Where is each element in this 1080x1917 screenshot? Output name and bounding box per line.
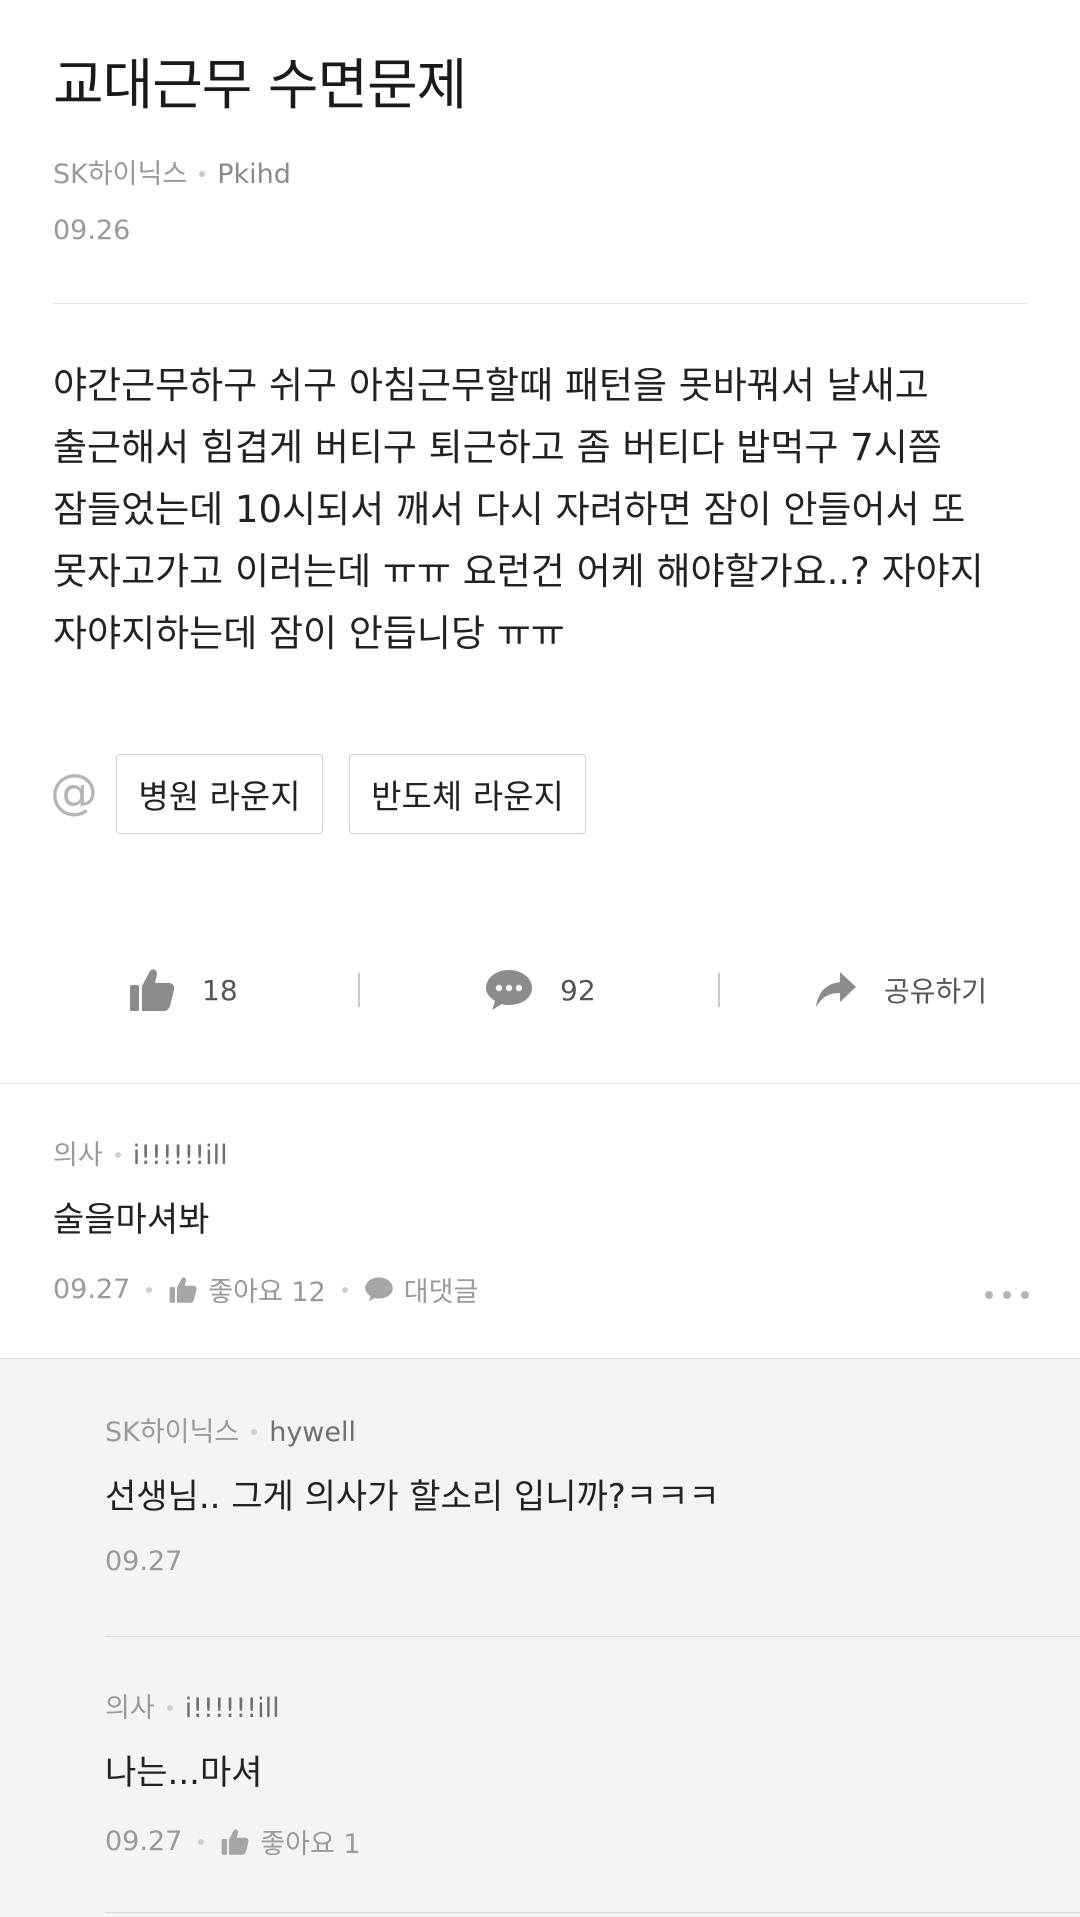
separator-dot: [199, 170, 206, 177]
reply-date: 09.27: [105, 1826, 183, 1857]
separator-dot: [146, 1286, 153, 1293]
body-line: 못자고가고 이러는데 ㅠㅠ 요런건 어케 해야할가요..? 자야지: [53, 550, 984, 593]
like-count: 18: [202, 973, 238, 1007]
separator-dot: [114, 1151, 121, 1158]
comment-like-label: 좋아요 12: [208, 1277, 326, 1308]
section-divider: [0, 1083, 1080, 1084]
speech-bubble-icon: [364, 1277, 393, 1302]
reply-author[interactable]: 의사 i!!!!!!ill: [105, 1686, 280, 1725]
comment-author[interactable]: 의사 i!!!!!!ill: [53, 1133, 228, 1172]
separator-dot: [341, 1286, 348, 1293]
reply-nickname: hywell: [269, 1417, 357, 1448]
reply-button[interactable]: 대댓글: [364, 1270, 479, 1309]
like-button[interactable]: 18: [128, 955, 238, 1025]
tag-semiconductor-lounge[interactable]: 반도체 라운지: [349, 754, 586, 834]
reply-like-label: 좋아요 1: [260, 1829, 361, 1860]
reply-like-button[interactable]: 좋아요 1: [220, 1822, 361, 1861]
comment-company: 의사: [53, 1140, 103, 1171]
share-button[interactable]: 공유하기: [814, 955, 987, 1025]
reply-divider: [105, 1912, 1080, 1913]
post-author[interactable]: SK하이닉스 Pkihd: [53, 152, 291, 191]
reply-divider: [105, 1636, 1080, 1637]
action-separator: [718, 973, 720, 1007]
thumbs-up-icon: [169, 1276, 197, 1303]
body-line: 출근해서 힘겹게 버티구 퇴근하고 좀 버티다 밥먹구 7시쯤: [53, 426, 942, 469]
post-title: 교대근무 수면문제: [53, 53, 467, 117]
comment-text: 술을마셔봐: [53, 1200, 210, 1240]
tag-hospital-lounge[interactable]: 병원 라운지: [116, 754, 323, 834]
comment-like-button[interactable]: 좋아요 12: [168, 1270, 326, 1309]
separator-dot: [198, 1838, 205, 1845]
comment-count: 92: [560, 973, 596, 1007]
share-label: 공유하기: [884, 975, 988, 1008]
body-line: 잠들었는데 10시되서 깨서 다시 자려하면 잠이 안들어서 또: [53, 488, 966, 531]
speech-bubble-icon: [486, 970, 532, 1010]
author-nickname: Pkihd: [217, 159, 291, 190]
reply-company: 의사: [105, 1693, 155, 1724]
action-bar: 18 92 공유하기: [0, 955, 1080, 1025]
comment-date: 09.27: [53, 1274, 131, 1305]
reply-date: 09.27: [105, 1546, 183, 1577]
post-date: 09.26: [53, 215, 131, 246]
reply-author[interactable]: SK하이닉스 hywell: [105, 1410, 356, 1449]
share-arrow-icon: [816, 972, 856, 1007]
separator-dot: [166, 1704, 173, 1711]
reply-text: 나는...마셔: [105, 1753, 263, 1793]
separator-dot: [251, 1428, 258, 1435]
reply-company: SK하이닉스: [105, 1417, 240, 1448]
thumbs-up-icon: [130, 969, 175, 1011]
at-icon: @: [50, 764, 98, 820]
reply-nickname: i!!!!!!ill: [184, 1693, 280, 1724]
reply-label: 대댓글: [403, 1277, 479, 1308]
body-line: 자야지하는데 잠이 안듭니당 ㅠㅠ: [53, 612, 565, 655]
comment-nickname: i!!!!!!ill: [132, 1140, 228, 1171]
action-separator: [358, 973, 360, 1007]
more-dots-icon[interactable]: [985, 1285, 1029, 1305]
thumbs-up-icon: [221, 1828, 249, 1855]
header-divider: [53, 303, 1028, 304]
reply-footer: 09.27: [105, 1546, 182, 1577]
reply-text: 선생님.. 그게 의사가 할소리 입니까?ㅋㅋㅋ: [105, 1477, 720, 1517]
comment-button[interactable]: 92: [484, 955, 596, 1025]
author-company: SK하이닉스: [53, 159, 188, 190]
body-line: 야간근무하구 쉬구 아침근무할때 패턴을 못바꿔서 날새고: [53, 364, 929, 407]
reply-footer: 09.27 좋아요 1: [105, 1822, 361, 1861]
comment-footer: 09.27 좋아요 12 대댓글: [53, 1270, 478, 1309]
post-body: 야간근무하구 쉬구 아침근무할때 패턴을 못바꿔서 날새고 출근해서 힘겹게 버…: [53, 355, 1028, 665]
